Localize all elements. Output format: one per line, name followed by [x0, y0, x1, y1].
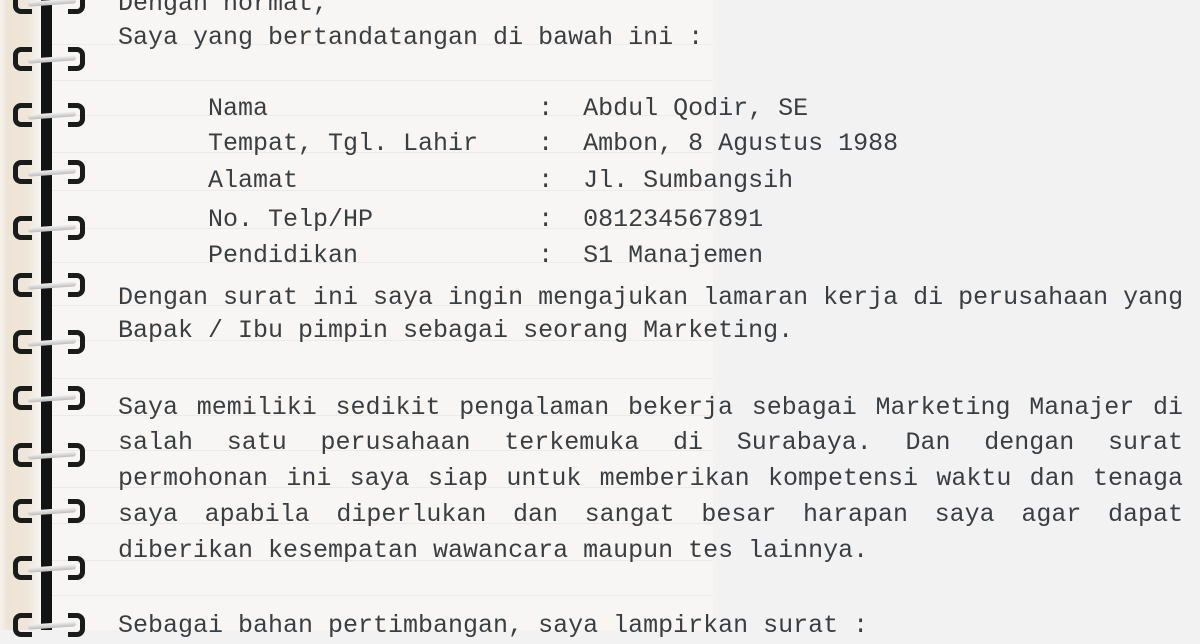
binding-ring-icon	[8, 103, 90, 128]
page-margin	[0, 0, 40, 630]
binding-ring-icon	[8, 386, 90, 411]
paragraph-line: salah satu perusahaan terkemuka di Surab…	[118, 428, 1183, 457]
paragraph-line: Saya memiliki sedikit pengalaman bekerja…	[118, 393, 1183, 422]
binding-ring-icon	[8, 216, 90, 241]
notebook-spine	[41, 0, 52, 630]
field-value: S1 Manajemen	[583, 241, 764, 270]
paragraph-line: Dengan surat ini saya ingin mengajukan l…	[118, 283, 1184, 312]
binding-ring-icon	[8, 442, 90, 467]
field-separator: :	[538, 241, 584, 270]
ruled-line	[0, 595, 713, 596]
paragraph-line: permohonan ini saya siap untuk memberika…	[118, 464, 1183, 493]
ruled-line	[0, 378, 713, 379]
paragraph-line: saya apabila diperlukan dan sangat besar…	[118, 500, 1183, 529]
paragraph-line: Sebagai bahan pertimbangan, saya lampirk…	[118, 611, 869, 640]
field-row-education: Pendidikan : S1 Manajemen	[118, 202, 763, 270]
field-row-address: Alamat : Jl. Sumbangsih	[118, 127, 793, 195]
field-row-name: Nama : Abdul Qodir, SE	[118, 55, 808, 123]
binding-ring-icon	[8, 612, 90, 637]
field-row-birth: Tempat, Tgl. Lahir : Ambon, 8 Agustus 19…	[118, 90, 898, 158]
binding-ring-icon	[8, 0, 90, 14]
field-row-phone: No. Telp/HP : 081234567891	[118, 166, 763, 234]
binding-ring-icon	[8, 46, 90, 71]
binding-ring-icon	[8, 159, 90, 184]
binding-ring-icon	[8, 499, 90, 524]
binding-ring-icon	[8, 273, 90, 297]
paragraph-line: Bapak / Ibu pimpin sebagai seorang Marke…	[118, 316, 794, 345]
paragraph-line: diberikan kesempatan wawancara maupun te…	[118, 536, 869, 565]
binding-ring-icon	[8, 556, 90, 580]
greeting: Dengan hormat,	[118, 0, 329, 18]
intro-line: Saya yang bertandatangan di bawah ini :	[118, 23, 704, 52]
field-label: Pendidikan	[208, 241, 539, 270]
binding-ring-icon	[8, 329, 90, 354]
